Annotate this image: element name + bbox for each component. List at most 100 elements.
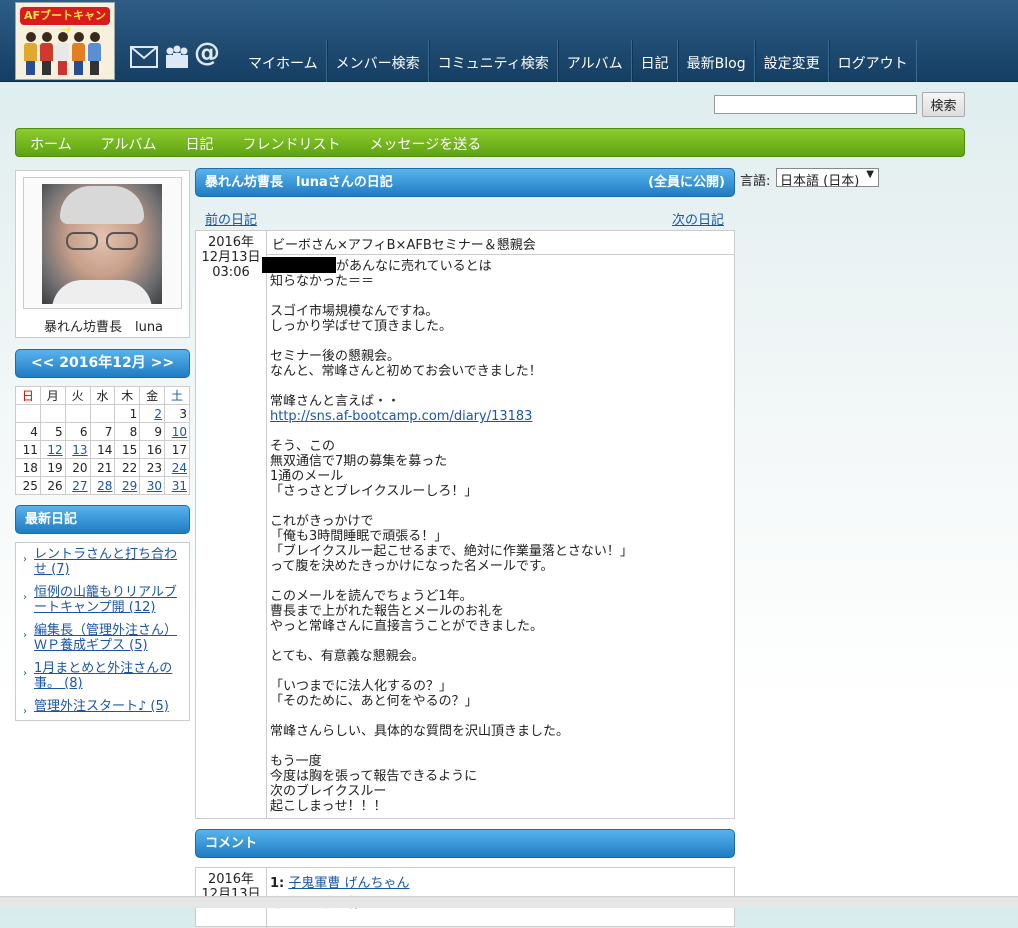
nav-settings[interactable]: 設定変更 (754, 40, 829, 82)
diary-line: 次のブレイクスルー (270, 784, 387, 799)
calendar-month-nav[interactable]: << 2016年12月 >> (31, 355, 174, 371)
calendar-day-link[interactable]: 29 (122, 479, 137, 493)
list-item: › 1月まとめと外注さんの事。 (8) (20, 661, 185, 691)
calendar-day: 21 (89, 458, 116, 477)
calendar-weekday: 日 (15, 386, 41, 405)
calendar-day-link[interactable]: 12 (47, 443, 62, 457)
calendar-day: 8 (114, 422, 141, 441)
chevron-down-icon: ▼ (866, 169, 874, 180)
nav-my-home[interactable]: マイホーム (240, 40, 327, 82)
sub-nav: ホーム アルバム 日記 フレンドリスト メッセージを送る (15, 128, 965, 157)
calendar-day (39, 404, 66, 423)
subnav-album[interactable]: アルバム (87, 129, 172, 156)
calendar-weekday: 木 (114, 386, 141, 405)
calendar-day: 17 (164, 440, 190, 459)
nav-diary[interactable]: 日記 (631, 40, 678, 82)
at-icon[interactable]: @ (194, 38, 220, 68)
diary-line: やっと常峰さんに直接言うことができました。 (270, 619, 544, 634)
calendar-day: 10 (164, 422, 190, 441)
mail-icon[interactable] (130, 46, 158, 72)
calendar-day: 7 (89, 422, 116, 441)
diary-line: とても、有意義な懇親会。 (270, 649, 425, 664)
calendar-day-link[interactable]: 24 (172, 461, 187, 475)
diary-line: セミナー後の懇親会。 (270, 349, 401, 364)
profile-name: 暴れん坊曹長 luna (43, 320, 164, 335)
calendar-weekday: 月 (39, 386, 66, 405)
date-time: 03:06 (212, 265, 250, 280)
calendar-day: 9 (139, 422, 166, 441)
language-label: 言語: (740, 174, 771, 189)
calendar-weekday: 水 (89, 386, 116, 405)
calendar-day: 28 (89, 476, 116, 495)
calendar-day: 16 (139, 440, 166, 459)
language-select[interactable]: 日本語 (日本) ▼ (776, 168, 879, 189)
diary-line: 「俺も3時間睡眠で頑張る！」 (270, 529, 448, 544)
horizontal-scrollbar[interactable] (0, 896, 1018, 908)
diary-line: 常峰さんらしい、具体的な質問を沢山頂きました。 (270, 724, 570, 739)
calendar-day (15, 404, 41, 423)
calendar-day: 25 (15, 476, 41, 495)
profile-box: 暴れん坊曹長 luna (15, 170, 190, 338)
calendar-day-link[interactable]: 30 (147, 479, 162, 493)
nav-community-search[interactable]: コミュニティ検索 (428, 40, 558, 82)
diary-line (270, 424, 730, 439)
list-item: › 管理外注スタート♪ (5) (20, 699, 185, 717)
list-item: › 恒例の山籠もりリアルブートキャンプ開 (12) (20, 585, 185, 615)
diary-line: 「いつまでに法人化するの？」 (270, 679, 453, 694)
logo-text: AFブートキャンプ (20, 7, 110, 40)
recent-diary-link[interactable]: 1月まとめと外注さんの事。 (8) (34, 661, 172, 691)
search-button[interactable]: 検索 (922, 92, 965, 117)
calendar-day: 4 (15, 422, 41, 441)
site-header: AFブートキャンプ @ マイホーム メンバー検索 コミュニティ検索 アルバム 日… (0, 0, 1018, 82)
calendar-day-link[interactable]: 31 (172, 479, 187, 493)
recent-diary-link[interactable]: レントラさんと打ち合わせ (7) (34, 547, 177, 577)
chevron-right-icon: › (23, 706, 27, 717)
calendar-day: 1 (114, 404, 141, 423)
logo-figures (22, 29, 108, 75)
diary-line (270, 664, 730, 679)
nav-album[interactable]: アルバム (557, 40, 632, 82)
subnav-home[interactable]: ホーム (16, 129, 87, 156)
search-input[interactable] (714, 95, 917, 114)
calendar-day: 18 (15, 458, 41, 477)
calendar-day-link[interactable]: 2 (154, 407, 162, 421)
comment-author-link[interactable]: 子鬼軍曹 げんちゃん (288, 876, 409, 891)
prev-diary-link[interactable]: 前の日記 (205, 209, 257, 228)
calendar-weekday: 金 (139, 386, 166, 405)
nav-latest-blog[interactable]: 最新Blog (677, 40, 755, 82)
diary-line: 1通のメール (270, 469, 344, 484)
header-icons: @ (130, 38, 222, 74)
recent-diary-link[interactable]: 管理外注スタート♪ (5) (34, 699, 169, 714)
calendar-day: 26 (39, 476, 66, 495)
language-value: 日本語 (日本) (780, 174, 860, 189)
calendar-day: 3 (164, 404, 190, 423)
calendar-day-link[interactable]: 28 (97, 479, 112, 493)
diary-line (270, 499, 730, 514)
recent-diary-link[interactable]: 編集長（管理外注さん）ＷＰ養成ギプス (5) (34, 623, 177, 653)
calendar-header: << 2016年12月 >> (15, 349, 190, 378)
diary-line: 「ブレイクスルー起こせるまで、絶対に作業量落とさない！」 (270, 544, 633, 559)
next-diary-link[interactable]: 次の日記 (672, 209, 724, 228)
nav-logout[interactable]: ログアウト (828, 40, 917, 82)
diary-header-title: 暴れん坊曹長 lunaさんの日記 (205, 175, 393, 190)
diary-line: 知らなかった＝＝ (270, 274, 375, 289)
avatar[interactable] (42, 184, 162, 304)
subnav-diary[interactable]: 日記 (171, 129, 228, 156)
nav-member-search[interactable]: メンバー検索 (326, 40, 429, 82)
site-logo[interactable]: AFブートキャンプ (15, 2, 115, 80)
calendar-day: 12 (39, 440, 66, 459)
calendar-day-link[interactable]: 13 (72, 443, 87, 457)
subnav-send-message[interactable]: メッセージを送る (355, 129, 496, 156)
diary-link[interactable]: http://sns.af-bootcamp.com/diary/13183 (270, 409, 532, 424)
date-year: 2016年 (207, 872, 255, 887)
members-icon[interactable] (164, 44, 190, 74)
calendar-day-link[interactable]: 10 (172, 425, 187, 439)
calendar-day-link[interactable]: 27 (72, 479, 87, 493)
diary-title: ビーボさん×アフィB×AFBセミナー＆懇親会 (267, 231, 734, 255)
recent-diary-link[interactable]: 恒例の山籠もりリアルブートキャンプ開 (12) (34, 585, 177, 615)
diary-line (270, 634, 730, 649)
diary-line: そう、この (270, 439, 336, 454)
subnav-friend-list[interactable]: フレンドリスト (228, 129, 355, 156)
diary-line: 無双通信で7期の募集を募った (270, 454, 448, 469)
calendar-day (89, 404, 116, 423)
